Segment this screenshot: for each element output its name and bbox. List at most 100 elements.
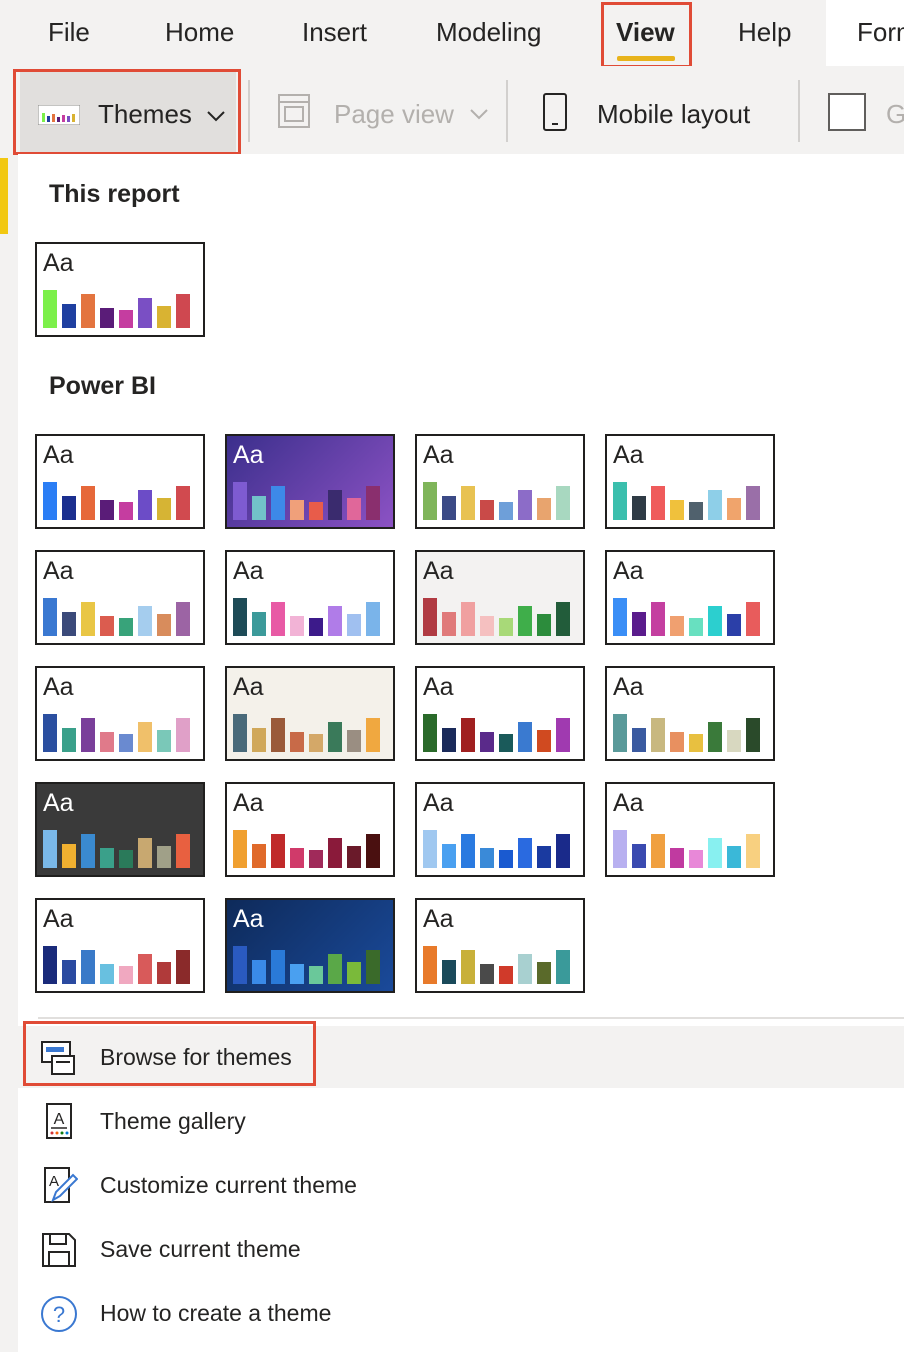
theme-color-swatches [233, 704, 380, 752]
theme-color-swatches [613, 472, 760, 520]
theme-color-bar [100, 848, 114, 868]
theme-color-bar [62, 728, 76, 752]
theme-tile-18[interactable]: Aa [225, 898, 395, 993]
theme-sample-text: Aa [43, 441, 74, 469]
theme-tile-6[interactable]: Aa [225, 550, 395, 645]
theme-color-bar [499, 966, 513, 984]
how-to-create-theme-label: How to create a theme [100, 1300, 332, 1326]
themes-icon [38, 105, 80, 125]
gridlines-checkbox[interactable] [828, 93, 866, 131]
theme-color-swatches [233, 936, 380, 984]
theme-sample-text: Aa [233, 557, 264, 585]
theme-color-bar [119, 966, 133, 984]
theme-color-swatches [613, 820, 760, 868]
theme-tile-15[interactable]: Aa [415, 782, 585, 877]
theme-color-bar [556, 718, 570, 752]
theme-color-bar [252, 844, 266, 868]
theme-gallery-icon: A [46, 1103, 72, 1139]
theme-color-bar [480, 732, 494, 752]
theme-color-swatches [233, 820, 380, 868]
theme-color-bar [62, 612, 76, 636]
theme-sample-text: Aa [613, 673, 644, 701]
save-theme-item[interactable]: Save current theme [18, 1218, 904, 1280]
theme-tile-8[interactable]: Aa [605, 550, 775, 645]
theme-tile-11[interactable]: Aa [415, 666, 585, 761]
theme-color-bar [62, 304, 76, 328]
theme-color-bar [43, 830, 57, 868]
theme-color-bar [556, 486, 570, 520]
theme-color-bar [138, 838, 152, 868]
menu-modeling[interactable]: Modeling [436, 16, 542, 48]
theme-tile-17[interactable]: Aa [35, 898, 205, 993]
theme-color-bar [442, 960, 456, 984]
theme-color-bar [708, 490, 722, 520]
theme-tile-13[interactable]: Aa [35, 782, 205, 877]
mobile-layout-label[interactable]: Mobile layout [597, 98, 750, 130]
theme-color-swatches [613, 704, 760, 752]
theme-color-bar [328, 722, 342, 752]
theme-tile-16[interactable]: Aa [605, 782, 775, 877]
theme-color-bar [43, 946, 57, 984]
theme-sample-text: Aa [613, 789, 644, 817]
theme-gallery-label: Theme gallery [100, 1108, 246, 1134]
theme-tile-7[interactable]: Aa [415, 550, 585, 645]
theme-color-bar [81, 294, 95, 328]
theme-tile-5[interactable]: Aa [35, 550, 205, 645]
theme-color-swatches [613, 588, 760, 636]
theme-sample-text: Aa [43, 557, 74, 585]
theme-color-bar [613, 714, 627, 752]
page-view-icon [278, 94, 310, 128]
theme-color-bar [62, 844, 76, 868]
theme-sample-text: Aa [613, 557, 644, 585]
theme-color-bar [442, 844, 456, 868]
theme-color-bar [423, 946, 437, 984]
menu-help[interactable]: Help [738, 16, 791, 48]
theme-tile-19[interactable]: Aa [415, 898, 585, 993]
theme-color-bar [727, 730, 741, 752]
browse-themes-item[interactable]: Browse for themes [18, 1026, 904, 1088]
help-icon: ? [41, 1296, 77, 1332]
this-report-theme-tile[interactable]: Aa [35, 242, 205, 337]
this-report-heading: This report [49, 180, 180, 208]
theme-tile-14[interactable]: Aa [225, 782, 395, 877]
theme-tile-1[interactable]: Aa [35, 434, 205, 529]
theme-color-bar [727, 846, 741, 868]
theme-tile-10[interactable]: Aa [225, 666, 395, 761]
customize-theme-item[interactable]: A Customize current theme [18, 1154, 904, 1216]
theme-color-bar [271, 486, 285, 520]
menu-view[interactable]: View [616, 16, 675, 48]
theme-color-bar [271, 718, 285, 752]
theme-tile-9[interactable]: Aa [35, 666, 205, 761]
theme-color-bar [328, 490, 342, 520]
gridlines-label-partial: G [886, 99, 904, 129]
theme-color-bar [290, 500, 304, 520]
theme-color-bar [43, 598, 57, 636]
theme-color-bar [252, 728, 266, 752]
theme-tile-3[interactable]: Aa [415, 434, 585, 529]
theme-tile-4[interactable]: Aa [605, 434, 775, 529]
how-to-create-theme-item[interactable]: ? How to create a theme [18, 1282, 904, 1344]
save-theme-icon [42, 1233, 76, 1267]
theme-color-bar [461, 602, 475, 636]
menu-home[interactable]: Home [165, 16, 234, 48]
page-view-label[interactable]: Page view [334, 98, 454, 130]
theme-gallery-item[interactable]: A Theme gallery [18, 1090, 904, 1152]
theme-color-bar [689, 850, 703, 868]
theme-sample-text: Aa [233, 441, 264, 469]
theme-color-bar [233, 482, 247, 520]
theme-color-bar [157, 498, 171, 520]
theme-color-bar [727, 498, 741, 520]
menu-file[interactable]: File [48, 16, 90, 48]
menu-format[interactable]: Form [826, 0, 904, 66]
theme-color-bar [556, 950, 570, 984]
theme-tile-12[interactable]: Aa [605, 666, 775, 761]
theme-color-bar [347, 498, 361, 520]
theme-sample-text: Aa [233, 789, 264, 817]
svg-text:A: A [49, 1173, 59, 1190]
themes-button[interactable]: Themes [20, 72, 236, 152]
menu-insert[interactable]: Insert [302, 16, 367, 48]
theme-tile-2[interactable]: Aa [225, 434, 395, 529]
chevron-down-icon [207, 111, 225, 122]
theme-color-bar [670, 732, 684, 752]
theme-color-bar [309, 502, 323, 520]
